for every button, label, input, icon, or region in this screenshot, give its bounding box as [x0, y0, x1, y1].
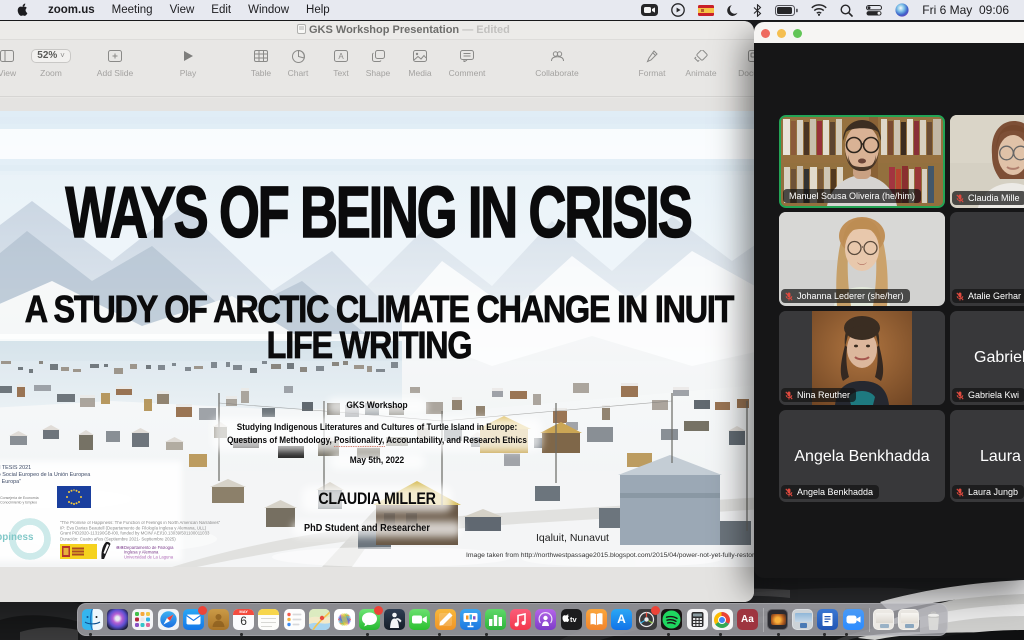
svg-text:A: A	[338, 52, 344, 61]
svg-text:tv: tv	[570, 615, 577, 624]
